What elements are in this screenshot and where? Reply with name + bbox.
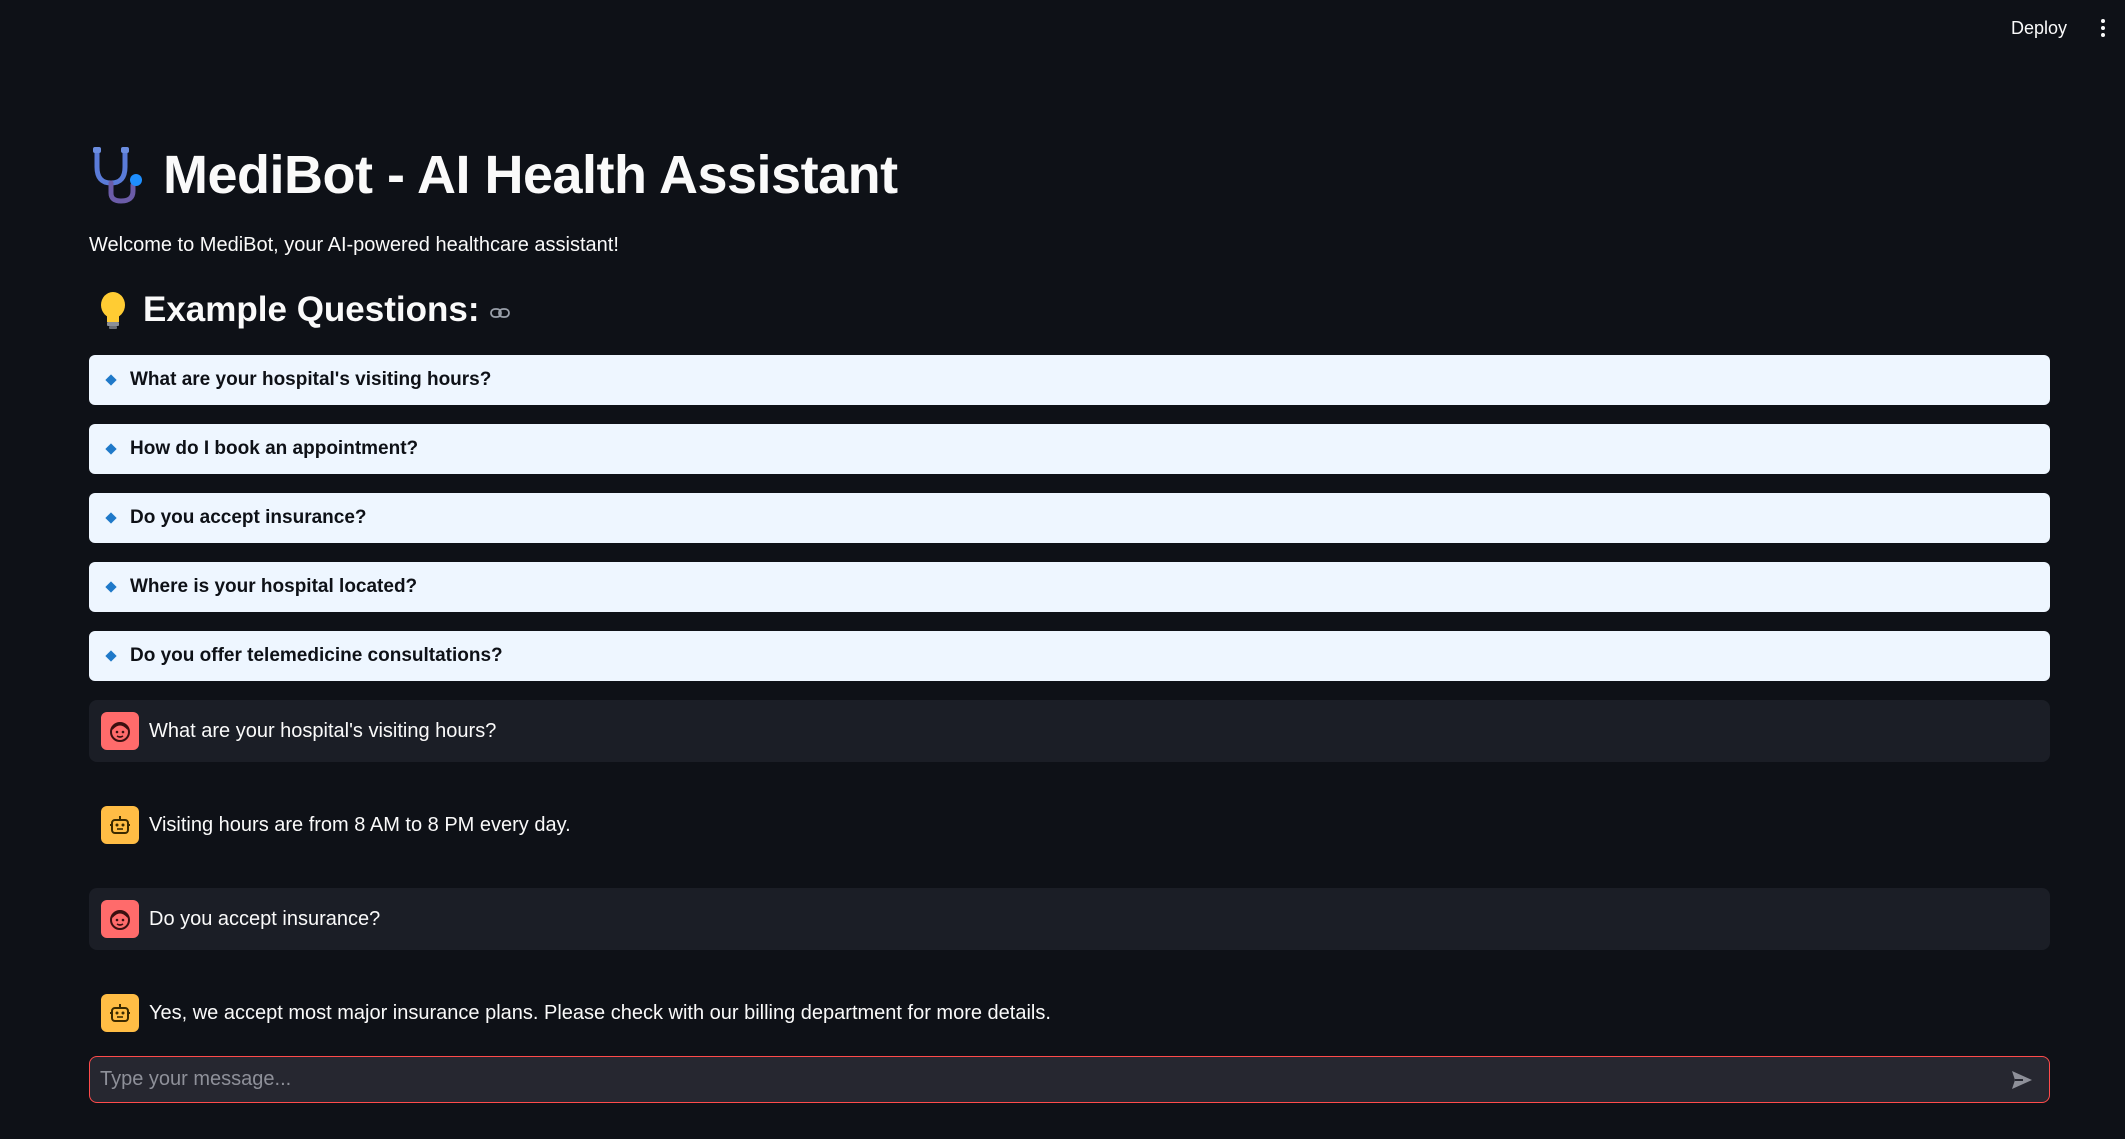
diamond-icon bbox=[105, 581, 117, 593]
diamond-icon bbox=[105, 512, 117, 524]
message-text: Do you accept insurance? bbox=[149, 907, 381, 930]
diamond-icon bbox=[105, 443, 117, 455]
page-title: MediBot - AI Health Assistant bbox=[163, 145, 898, 205]
main-content: MediBot - AI Health Assistant Welcome to… bbox=[89, 140, 2050, 1044]
chat-input-container bbox=[89, 1056, 2050, 1103]
question-label: What are your hospital's visiting hours? bbox=[130, 369, 492, 390]
example-questions-heading: Example Questions: bbox=[89, 285, 2050, 335]
message-text: What are your hospital's visiting hours? bbox=[149, 719, 497, 742]
assistant-avatar bbox=[101, 806, 139, 844]
user-face-icon bbox=[110, 722, 130, 742]
example-question-button[interactable]: How do I book an appointment? bbox=[89, 424, 2050, 474]
kebab-menu-icon[interactable] bbox=[2095, 14, 2111, 42]
question-label: Where is your hospital located? bbox=[130, 576, 418, 597]
lightbulb-icon bbox=[101, 292, 125, 329]
example-questions-title: Example Questions: bbox=[143, 290, 480, 329]
message-text: Visiting hours are from 8 AM to 8 PM eve… bbox=[149, 813, 571, 836]
top-toolbar: Deploy bbox=[0, 0, 2125, 56]
welcome-text: Welcome to MediBot, your AI-powered heal… bbox=[89, 234, 619, 256]
title-row: MediBot - AI Health Assistant bbox=[89, 140, 2050, 210]
message-text: Yes, we accept most major insurance plan… bbox=[149, 1001, 1051, 1024]
example-question-button[interactable]: What are your hospital's visiting hours? bbox=[89, 355, 2050, 405]
chat-message-user: Do you accept insurance? bbox=[89, 888, 2050, 950]
robot-icon bbox=[110, 1004, 130, 1022]
question-label: Do you offer telemedicine consultations? bbox=[130, 645, 503, 666]
question-label: Do you accept insurance? bbox=[130, 507, 367, 528]
stethoscope-icon bbox=[93, 147, 142, 204]
diamond-icon bbox=[105, 374, 117, 386]
chat-message-user: What are your hospital's visiting hours? bbox=[89, 700, 2050, 762]
send-icon[interactable] bbox=[2009, 1067, 2035, 1093]
example-questions-list: What are your hospital's visiting hours?… bbox=[89, 355, 2050, 681]
question-label: How do I book an appointment? bbox=[130, 438, 419, 459]
user-avatar bbox=[101, 712, 139, 750]
user-avatar bbox=[101, 900, 139, 938]
user-face-icon bbox=[110, 910, 130, 930]
chat-history: What are your hospital's visiting hours?… bbox=[89, 700, 2050, 1044]
chat-message-assistant: Yes, we accept most major insurance plan… bbox=[89, 982, 2050, 1044]
link-icon[interactable] bbox=[489, 302, 511, 324]
chat-message-input[interactable] bbox=[90, 1067, 2009, 1092]
assistant-avatar bbox=[101, 994, 139, 1032]
example-question-button[interactable]: Where is your hospital located? bbox=[89, 562, 2050, 612]
example-question-button[interactable]: Do you accept insurance? bbox=[89, 493, 2050, 543]
robot-icon bbox=[110, 816, 130, 834]
deploy-button[interactable]: Deploy bbox=[2003, 14, 2075, 43]
diamond-icon bbox=[105, 650, 117, 662]
chat-message-assistant: Visiting hours are from 8 AM to 8 PM eve… bbox=[89, 794, 2050, 856]
example-question-button[interactable]: Do you offer telemedicine consultations? bbox=[89, 631, 2050, 681]
